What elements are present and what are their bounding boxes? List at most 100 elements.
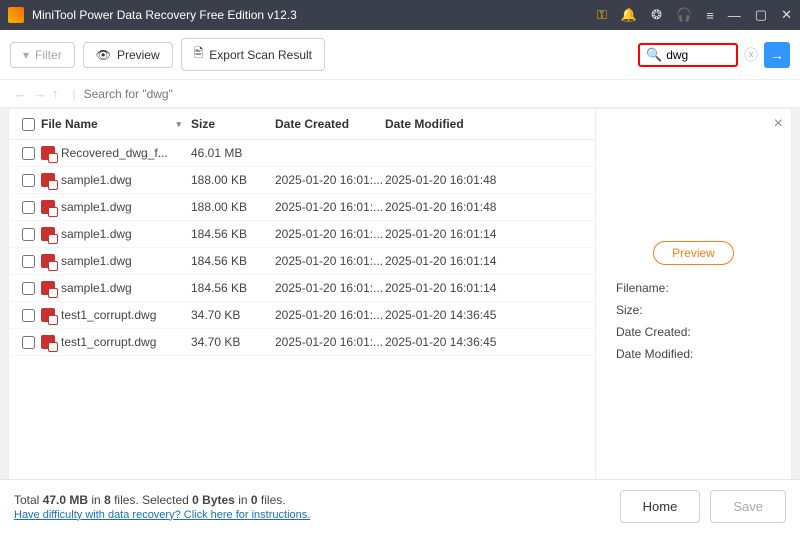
breadcrumb-bar: ← → ↑ | Search for "dwg" <box>0 80 800 108</box>
file-name: Recovered_dwg_f... <box>61 146 168 160</box>
status-text: Total 47.0 MB in 8 files. Selected 0 Byt… <box>14 493 310 521</box>
col-header-size[interactable]: Size <box>191 117 275 131</box>
bell-icon[interactable]: 🔔 <box>621 7 637 23</box>
file-icon <box>41 146 55 160</box>
file-name: sample1.dwg <box>61 173 132 187</box>
file-name: sample1.dwg <box>61 254 132 268</box>
select-all-checkbox[interactable] <box>22 118 35 131</box>
row-checkbox[interactable] <box>22 309 35 322</box>
file-name: sample1.dwg <box>61 227 132 241</box>
file-icon <box>41 173 55 187</box>
file-name: sample1.dwg <box>61 200 132 214</box>
file-size: 184.56 KB <box>191 281 275 295</box>
file-icon <box>41 335 55 349</box>
key-icon[interactable]: ⚿ <box>597 7 607 23</box>
eye-icon: 👁 <box>96 48 111 62</box>
file-size: 34.70 KB <box>191 308 275 322</box>
nav-back-icon[interactable]: ← <box>14 86 27 101</box>
clear-search-icon[interactable]: ⓧ <box>744 45 758 65</box>
toolbar: ▾ Filter 👁 Preview 🖹 Export Scan Result … <box>0 30 800 80</box>
file-modified: 2025-01-20 16:01:14 <box>385 227 515 241</box>
meta-modified-label: Date Modified: <box>616 347 779 361</box>
search-icon: 🔍 <box>646 47 662 63</box>
file-created: 2025-01-20 16:01:... <box>275 335 385 349</box>
table-row[interactable]: test1_corrupt.dwg 34.70 KB2025-01-20 16:0… <box>9 329 595 356</box>
table-row[interactable]: sample1.dwg 184.56 KB2025-01-20 16:01:...… <box>9 221 595 248</box>
search-box: 🔍 <box>638 43 738 67</box>
search-go-button[interactable]: → <box>764 42 790 68</box>
table-row[interactable]: sample1.dwg 184.56 KB2025-01-20 16:01:...… <box>9 248 595 275</box>
row-checkbox[interactable] <box>22 336 35 349</box>
file-modified: 2025-01-20 16:01:48 <box>385 173 515 187</box>
file-icon <box>41 200 55 214</box>
file-size: 46.01 MB <box>191 146 275 160</box>
file-created: 2025-01-20 16:01:... <box>275 200 385 214</box>
row-checkbox[interactable] <box>22 147 35 160</box>
file-created: 2025-01-20 16:01:... <box>275 254 385 268</box>
file-name: test1_corrupt.dwg <box>61 335 156 349</box>
file-created: 2025-01-20 16:01:... <box>275 227 385 241</box>
table-row[interactable]: sample1.dwg 184.56 KB2025-01-20 16:01:...… <box>9 275 595 302</box>
status-bar: Total 47.0 MB in 8 files. Selected 0 Byt… <box>0 479 800 533</box>
file-icon <box>41 281 55 295</box>
preview-panel: × Preview Filename: Size: Date Created: … <box>595 109 791 517</box>
row-checkbox[interactable] <box>22 282 35 295</box>
table-header: File Name▾ Size Date Created Date Modifi… <box>9 109 595 140</box>
file-name: sample1.dwg <box>61 281 132 295</box>
close-icon[interactable]: ✕ <box>781 7 792 23</box>
close-panel-icon[interactable]: × <box>774 115 783 133</box>
file-modified: 2025-01-20 14:36:45 <box>385 335 515 349</box>
table-row[interactable]: sample1.dwg 188.00 KB2025-01-20 16:01:...… <box>9 194 595 221</box>
search-input[interactable] <box>666 48 726 62</box>
table-row[interactable]: Recovered_dwg_f... 46.01 MB <box>9 140 595 167</box>
file-size: 184.56 KB <box>191 254 275 268</box>
file-size: 188.00 KB <box>191 173 275 187</box>
file-created: 2025-01-20 16:01:... <box>275 308 385 322</box>
main-area: File Name▾ Size Date Created Date Modifi… <box>8 108 792 518</box>
file-created: 2025-01-20 16:01:... <box>275 173 385 187</box>
file-size: 34.70 KB <box>191 335 275 349</box>
file-modified: 2025-01-20 14:36:45 <box>385 308 515 322</box>
maximize-icon[interactable]: ▢ <box>755 7 767 23</box>
col-header-created[interactable]: Date Created <box>275 117 385 131</box>
app-logo-icon <box>8 7 24 23</box>
file-modified: 2025-01-20 16:01:14 <box>385 254 515 268</box>
help-link[interactable]: Have difficulty with data recovery? Clic… <box>14 509 310 521</box>
file-size: 188.00 KB <box>191 200 275 214</box>
preview-button[interactable]: 👁 Preview <box>83 42 173 68</box>
meta-filename-label: Filename: <box>616 281 779 295</box>
app-title: MiniTool Power Data Recovery Free Editio… <box>32 8 597 22</box>
file-icon <box>41 308 55 322</box>
file-name: test1_corrupt.dwg <box>61 308 156 322</box>
file-size: 184.56 KB <box>191 227 275 241</box>
breadcrumb-text: Search for "dwg" <box>84 87 173 101</box>
file-icon <box>41 227 55 241</box>
nav-up-icon[interactable]: ↑ <box>52 86 59 101</box>
funnel-icon: ▾ <box>23 48 29 62</box>
headphones-icon[interactable]: 🎧 <box>676 7 692 23</box>
filter-button[interactable]: ▾ Filter <box>10 42 75 68</box>
file-modified: 2025-01-20 16:01:48 <box>385 200 515 214</box>
col-header-name[interactable]: File Name▾ <box>41 117 191 131</box>
file-icon <box>41 254 55 268</box>
sort-indicator-icon: ▾ <box>176 119 181 130</box>
globe-icon[interactable]: ❂ <box>651 7 662 23</box>
row-checkbox[interactable] <box>22 174 35 187</box>
file-created: 2025-01-20 16:01:... <box>275 281 385 295</box>
export-button[interactable]: 🖹 Export Scan Result <box>181 38 325 71</box>
home-button[interactable]: Home <box>620 490 701 523</box>
export-icon: 🖹 <box>194 44 204 65</box>
row-checkbox[interactable] <box>22 201 35 214</box>
file-modified: 2025-01-20 16:01:14 <box>385 281 515 295</box>
panel-preview-button[interactable]: Preview <box>653 241 734 265</box>
table-row[interactable]: sample1.dwg 188.00 KB2025-01-20 16:01:...… <box>9 167 595 194</box>
table-row[interactable]: test1_corrupt.dwg 34.70 KB2025-01-20 16:0… <box>9 302 595 329</box>
nav-forward-icon[interactable]: → <box>33 86 46 101</box>
col-header-modified[interactable]: Date Modified <box>385 117 515 131</box>
row-checkbox[interactable] <box>22 255 35 268</box>
meta-created-label: Date Created: <box>616 325 779 339</box>
menu-icon[interactable]: ≡ <box>706 8 714 23</box>
minimize-icon[interactable]: — <box>728 8 741 23</box>
save-button[interactable]: Save <box>710 490 786 523</box>
row-checkbox[interactable] <box>22 228 35 241</box>
